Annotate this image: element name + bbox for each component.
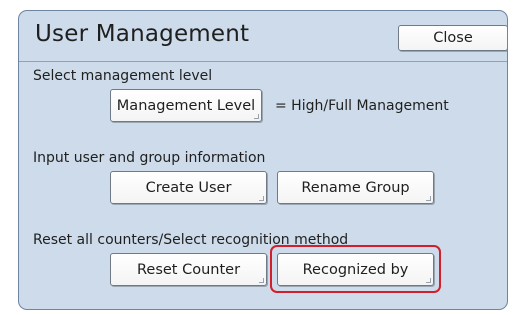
level-section-label: Select management level: [33, 68, 213, 84]
button-corner-icon: [259, 196, 264, 201]
rename-group-button[interactable]: Rename Group: [277, 171, 434, 204]
reset-counter-button-label: Reset Counter: [136, 261, 241, 278]
management-level-button-label: Management Level: [116, 97, 256, 114]
button-corner-icon: [259, 278, 264, 283]
user-management-dialog: User Management Close Select management …: [18, 10, 508, 310]
create-user-button-label: Create User: [145, 179, 232, 196]
button-corner-icon: [254, 114, 259, 119]
header-divider: [19, 61, 507, 62]
rename-group-button-label: Rename Group: [301, 179, 410, 196]
dialog-header: User Management Close: [19, 11, 507, 62]
close-button-label: Close: [433, 30, 473, 46]
create-user-button[interactable]: Create User: [110, 171, 267, 204]
button-corner-icon: [426, 196, 431, 201]
reset-counter-button[interactable]: Reset Counter: [110, 253, 267, 286]
recognized-by-highlight: [270, 245, 441, 293]
dialog-title: User Management: [35, 21, 250, 47]
management-level-button[interactable]: Management Level: [110, 89, 262, 122]
close-button[interactable]: Close: [398, 25, 507, 51]
management-level-value: = High/Full Management: [275, 98, 449, 114]
user-section-label: Input user and group information: [33, 150, 266, 166]
